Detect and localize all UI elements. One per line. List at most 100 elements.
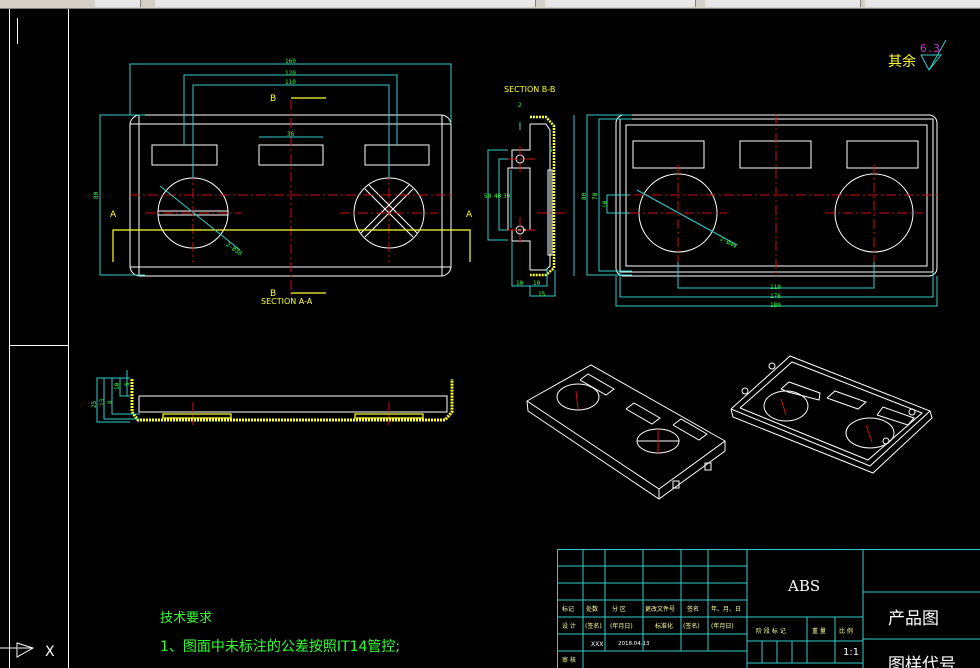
drawing-line — [876, 406, 915, 426]
drawing-line — [865, 424, 873, 443]
slot — [151, 144, 218, 166]
isometric-view-bottom[interactable] — [730, 355, 933, 474]
drawing-label: 图样代号 — [888, 655, 956, 668]
drawing-label: 比 例 — [839, 627, 853, 635]
drawing-label: 产品图 — [888, 609, 939, 629]
drawing-label: 1、图面中未标注的公差按照IT14管控; — [160, 639, 400, 655]
drawing-label: 10 — [533, 280, 541, 287]
drawing-label: 5 — [549, 147, 553, 154]
drawing-line — [780, 381, 821, 401]
drawing-label: 6.3 — [920, 42, 940, 55]
drawing-label: 10 — [602, 200, 609, 208]
drawing-line — [575, 390, 579, 410]
drawing-line — [103, 378, 140, 420]
drawing-label: 年、月、日 — [711, 605, 741, 613]
toolbar-group[interactable] — [155, 0, 536, 7]
drawing-line — [704, 462, 712, 471]
drawing-line — [780, 398, 787, 416]
title-block: 标记 处数 分 区 更改文件号 签名 年、月、日 设 计 (签名) (年月日) … — [557, 549, 980, 668]
slot — [364, 144, 430, 166]
drawing-label: 180 — [770, 302, 781, 309]
layer-dropdown[interactable] — [545, 0, 696, 7]
toolbar — [0, 0, 980, 9]
section-b-b-view[interactable]: SECTION B-B 50 40 30 10 10 15 5 2 — [484, 85, 575, 298]
drawing-label: 36 — [287, 131, 295, 138]
drawing-label: SECTION A-A — [261, 297, 313, 306]
drawing-line — [882, 437, 890, 445]
drawing-label: 160 — [285, 58, 296, 65]
drawing-label: 技术要求 — [160, 611, 212, 626]
lineweight-dropdown[interactable] — [865, 0, 980, 7]
drawing-line — [768, 362, 776, 370]
drawing-label: 2018.04.13 — [618, 641, 650, 647]
drawing-label: 审 核 — [562, 656, 576, 664]
drawing-label: 80 — [581, 192, 588, 200]
roughness-symbol: 其余 6.3 — [888, 39, 947, 71]
drawing-label: 25 — [91, 400, 98, 408]
drawing-label: 标记 — [562, 605, 574, 613]
drawing-label: A — [466, 210, 473, 220]
drawing-label: 标准化 — [655, 622, 673, 630]
linetype-dropdown[interactable] — [705, 0, 861, 7]
drawing-line — [908, 408, 916, 416]
drawing-label: 110 — [285, 79, 296, 86]
drawing-label: 78 — [592, 192, 599, 200]
drawing-label: 签名 — [687, 605, 699, 613]
drawing-line — [625, 402, 661, 425]
isometric-view-top[interactable] — [526, 364, 726, 500]
drawing-label: 176 — [770, 293, 781, 300]
drawing-label: B — [270, 94, 276, 104]
drawing-label: 阶 段 标 记 — [756, 627, 786, 635]
drawing-label: 120 — [285, 70, 296, 77]
drawing-label: 设 计 — [562, 622, 576, 630]
drawing-label: 2 — [518, 102, 522, 109]
slot — [846, 140, 919, 169]
drawing-label: 30 — [503, 193, 511, 200]
ucs-icon: X — [0, 642, 55, 660]
drawing-label: 分 区 — [612, 605, 626, 613]
drawing-line — [526, 400, 726, 500]
drawing-label: 处数 — [586, 605, 598, 613]
drawing-line — [741, 387, 749, 395]
drawing-label: 110 — [770, 284, 781, 291]
toolbar-group[interactable] — [95, 0, 141, 7]
drawing-line — [119, 378, 130, 397]
drawing-label: A — [110, 210, 117, 220]
drawing-label: 更改文件号 — [645, 605, 675, 613]
drawing-label: 15 — [538, 291, 546, 298]
drawing-label: 10 — [516, 280, 524, 287]
drawing-line — [530, 123, 551, 271]
drawing-label: 2-Ø44 — [719, 235, 739, 250]
drawing-label: 5 — [124, 382, 131, 386]
drawing-line — [730, 408, 933, 474]
drawing-label: 80 — [93, 191, 100, 199]
drawing-line — [920, 54, 943, 71]
drawing-label: 其余 — [888, 53, 916, 70]
drawing-label: 2-Ø30 — [224, 241, 243, 257]
drawing-label: ABS — [787, 577, 820, 595]
drawing-label: X — [45, 644, 55, 660]
drawing-label: XXX — [591, 641, 603, 648]
drawing-label: (年月日) — [711, 622, 734, 630]
drawing-frame — [9, 9, 69, 668]
drawing-line — [16, 642, 35, 658]
drawing-label: SECTION B-B — [504, 85, 555, 94]
drawing-label: 1:1 — [843, 647, 859, 658]
drawing-line — [606, 194, 630, 214]
drawing-label: 50 — [484, 193, 492, 200]
front-view[interactable]: B B SECTION A-A A A 160 120 110 36 80 2-… — [93, 58, 473, 306]
drawing-line — [730, 355, 931, 467]
drawing-label: (签名) — [683, 622, 700, 630]
drawing-label: (签名) — [585, 622, 602, 630]
technical-notes: 技术要求 1、图面中未标注的公差按照IT14管控; — [160, 611, 400, 655]
drawing-label: (年月日) — [610, 622, 633, 630]
drawing-label: 8 — [107, 400, 114, 404]
back-view[interactable]: 110 176 180 80 78 10 2-Ø44 — [581, 114, 938, 309]
drawing-label: 13 — [99, 398, 106, 406]
drawing-line — [162, 413, 232, 419]
drawing-line — [826, 390, 867, 410]
drawing-line — [138, 395, 448, 413]
slot — [632, 140, 705, 169]
drawing-canvas[interactable]: 其余 6.3 B B SECTION A-A A A 160 120 110 3… — [0, 9, 980, 668]
side-view[interactable]: 25 13 8 10 5 — [91, 370, 454, 425]
